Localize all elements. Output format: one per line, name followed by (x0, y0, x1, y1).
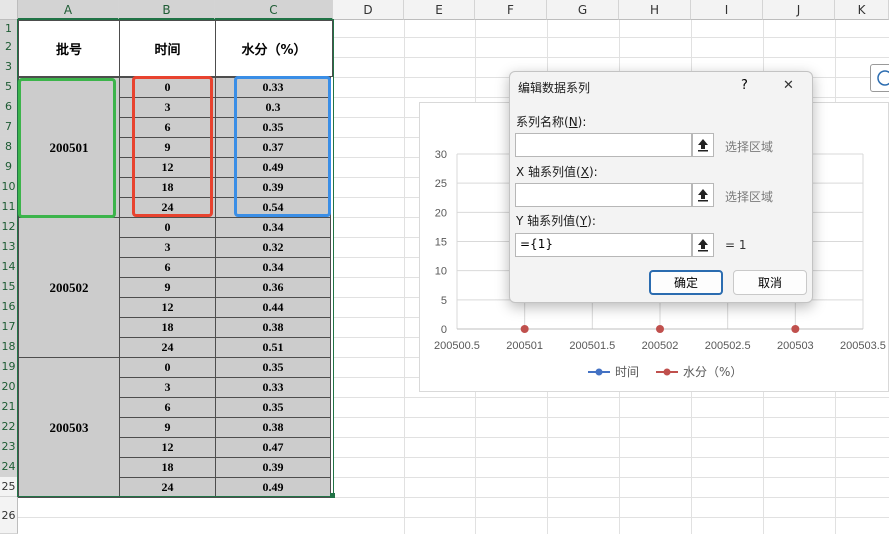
highlight-moisture-blue (234, 76, 331, 217)
y-values-input[interactable]: ={1} (515, 233, 692, 257)
y-tick-label: 10 (435, 266, 447, 278)
grid-hline (333, 517, 889, 518)
row-header-3[interactable]: 3 (0, 57, 18, 77)
column-header-i[interactable]: I (691, 0, 763, 20)
column-header-e[interactable]: E (404, 0, 475, 20)
row-header-19[interactable]: 19 (0, 357, 18, 377)
legend-label: 水分（%） (683, 365, 742, 379)
row-header-7[interactable]: 7 (0, 117, 18, 137)
grid-hline (333, 37, 889, 38)
x-values-input[interactable] (515, 183, 692, 207)
row-header-21[interactable]: 21 (0, 397, 18, 417)
series-name-input[interactable] (515, 133, 692, 157)
column-header-a[interactable]: A (18, 0, 119, 20)
x-values-label: X 轴系列值(X): (516, 165, 598, 179)
column-header-b[interactable]: B (119, 0, 215, 20)
range-select-icon (698, 139, 708, 152)
y-values-collapse-button[interactable] (692, 233, 714, 257)
x-tick-label: 200502.5 (705, 340, 751, 352)
grid-hline (333, 437, 889, 438)
row-header-8[interactable]: 8 (0, 137, 18, 157)
y-tick-label: 20 (435, 207, 447, 219)
column-header-f[interactable]: F (475, 0, 547, 20)
edit-series-dialog: 编辑数据系列 ? ✕ 系列名称(N): 选择区域 X 轴系列值(X): 选择区域… (509, 71, 813, 303)
y-values-result: = 1 (725, 238, 747, 252)
series-name-collapse-button[interactable] (692, 133, 714, 157)
range-select-icon (698, 189, 708, 202)
y-tick-label: 0 (441, 324, 447, 336)
dialog-title: 编辑数据系列 (518, 81, 591, 95)
row-header-12[interactable]: 12 (0, 217, 18, 237)
row-header-9[interactable]: 9 (0, 157, 18, 177)
row-header-23[interactable]: 23 (0, 437, 18, 457)
y-tick-label: 5 (441, 295, 447, 307)
grid-hline (333, 417, 889, 418)
x-values-hint: 选择区域 (725, 190, 774, 204)
x-tick-label: 200500.5 (434, 340, 480, 352)
grid-hline (333, 397, 889, 398)
row-header-10[interactable]: 10 (0, 177, 18, 197)
x-tick-label: 200503.5 (840, 340, 886, 352)
row-header-11[interactable]: 11 (0, 197, 18, 217)
row-header-16[interactable]: 16 (0, 297, 18, 317)
column-header-j[interactable]: J (763, 0, 835, 20)
row-header-14[interactable]: 14 (0, 257, 18, 277)
column-header-d[interactable]: D (333, 0, 404, 20)
row-header-1[interactable]: 1 (0, 20, 18, 37)
y-tick-label: 30 (435, 149, 447, 161)
data-point (656, 325, 664, 333)
row-header-25[interactable]: 25 (0, 477, 18, 497)
row-header-5[interactable]: 5 (0, 77, 18, 97)
legend-marker (663, 368, 671, 376)
row-header-24[interactable]: 24 (0, 457, 18, 477)
row-header-20[interactable]: 20 (0, 377, 18, 397)
legend-marker (595, 368, 603, 376)
row-header-18[interactable]: 18 (0, 337, 18, 357)
row-header-22[interactable]: 22 (0, 417, 18, 437)
x-values-collapse-button[interactable] (692, 183, 714, 207)
column-header-c[interactable]: C (215, 0, 333, 20)
grid-hline (333, 477, 889, 478)
chart-elements-icon[interactable] (870, 64, 889, 92)
column-header-k[interactable]: K (835, 0, 889, 20)
row-header-13[interactable]: 13 (0, 237, 18, 257)
cancel-button[interactable]: 取消 (733, 270, 807, 295)
select-all-corner[interactable] (0, 0, 18, 20)
y-tick-label: 25 (435, 178, 447, 190)
data-point (791, 325, 800, 333)
y-values-label: Y 轴系列值(Y): (516, 214, 596, 228)
help-button[interactable]: ? (741, 78, 748, 93)
column-header-h[interactable]: H (619, 0, 691, 20)
grid-hline (333, 457, 889, 458)
grid-hline (333, 497, 889, 498)
x-tick-label: 200501 (506, 340, 543, 352)
row-header-15[interactable]: 15 (0, 277, 18, 297)
legend-label: 时间 (615, 365, 639, 379)
series-name-hint: 选择区域 (725, 140, 774, 154)
row-header-6[interactable]: 6 (0, 97, 18, 117)
grid-hline (333, 57, 889, 58)
close-button[interactable]: ✕ (783, 78, 794, 93)
grid-hline (18, 517, 333, 518)
y-tick-label: 15 (435, 237, 447, 249)
x-tick-label: 200501.5 (569, 340, 615, 352)
row-header-26[interactable]: 26 (0, 497, 18, 534)
column-header-g[interactable]: G (547, 0, 619, 20)
ok-button[interactable]: 确定 (649, 270, 723, 295)
x-tick-label: 200503 (777, 340, 814, 352)
row-header-2[interactable]: 2 (0, 37, 18, 57)
fill-handle[interactable] (330, 493, 335, 498)
series-name-label: 系列名称(N): (516, 115, 587, 129)
x-tick-label: 200502 (642, 340, 679, 352)
highlight-batch-green (18, 78, 116, 218)
range-select-icon (698, 239, 708, 252)
row-header-17[interactable]: 17 (0, 317, 18, 337)
data-point (520, 325, 529, 333)
highlight-time-red (132, 76, 213, 217)
